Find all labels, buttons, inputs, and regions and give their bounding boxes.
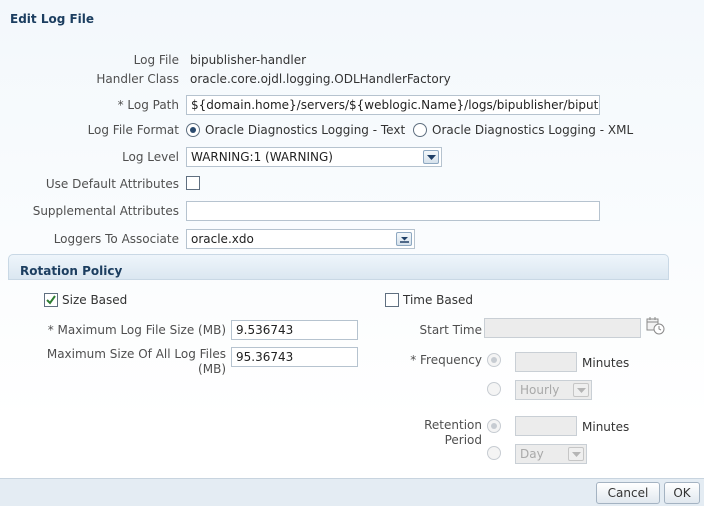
supplemental-attributes-input[interactable]	[186, 201, 600, 221]
frequency-label: * Frequency	[410, 353, 482, 367]
chevron-down-icon[interactable]	[568, 447, 584, 461]
max-all-files-label-line1: Maximum Size Of All Log Files	[46, 347, 226, 361]
retention-select[interactable]: Day	[515, 444, 587, 464]
retention-minutes-input[interactable]	[515, 416, 577, 436]
handler-class-value: oracle.core.ojdl.logging.ODLHandlerFacto…	[190, 72, 451, 86]
chevron-down-icon[interactable]	[396, 232, 412, 246]
supplemental-attributes-label: Supplemental Attributes	[32, 204, 179, 218]
rotation-policy-title: Rotation Policy	[20, 264, 123, 278]
checkmark-icon	[46, 295, 56, 305]
frequency-select[interactable]: Hourly	[515, 380, 592, 400]
log-file-value: bipublisher-handler	[190, 53, 307, 67]
chevron-down-icon[interactable]	[573, 383, 589, 397]
log-level-label: Log Level	[122, 150, 179, 164]
ok-button[interactable]: OK	[664, 482, 700, 504]
format-text-radio[interactable]	[186, 123, 200, 137]
size-based-checkbox[interactable]	[44, 293, 58, 307]
frequency-interval-radio[interactable]	[487, 382, 501, 396]
start-time-label: Start Time	[419, 323, 483, 337]
loggers-select[interactable]: oracle.xdo	[186, 229, 415, 249]
start-time-input[interactable]	[484, 318, 641, 338]
time-based-checkbox[interactable]	[385, 293, 399, 307]
retention-interval-radio[interactable]	[487, 446, 501, 460]
use-default-attributes-checkbox[interactable]	[186, 176, 200, 190]
dialog-title: Edit Log File	[10, 12, 95, 26]
log-file-label: Log File	[133, 53, 179, 67]
size-based-label: Size Based	[62, 293, 128, 307]
time-based-label: Time Based	[403, 293, 474, 307]
log-level-select[interactable]: WARNING:1 (WARNING)	[186, 147, 442, 167]
retention-select-value: Day	[520, 447, 544, 461]
max-all-files-input[interactable]: 95.36743	[231, 347, 358, 367]
log-file-format-label: Log File Format	[87, 123, 179, 137]
chevron-down-icon[interactable]	[423, 150, 439, 164]
frequency-select-value: Hourly	[520, 383, 560, 397]
retention-minutes-radio[interactable]	[487, 419, 501, 433]
use-default-attributes-label: Use Default Attributes	[45, 177, 179, 191]
frequency-minutes-input[interactable]	[515, 352, 577, 372]
max-log-file-size-input[interactable]: 9.536743	[231, 320, 358, 340]
log-level-value: WARNING:1 (WARNING)	[191, 150, 333, 164]
edit-log-file-dialog: Edit Log File Log File bipublisher-handl…	[0, 0, 704, 506]
cancel-button[interactable]: Cancel	[596, 482, 660, 504]
loggers-to-associate-label: Loggers To Associate	[53, 232, 179, 246]
format-xml-radio[interactable]	[413, 123, 427, 137]
frequency-minutes-radio[interactable]	[487, 353, 501, 367]
max-all-files-label-line2: (MB)	[198, 362, 226, 376]
handler-class-label: Handler Class	[96, 72, 179, 86]
log-path-input[interactable]: ${domain.home}/servers/${weblogic.Name}/…	[186, 95, 600, 115]
format-xml-label: Oracle Diagnostics Logging - XML	[432, 123, 634, 137]
log-path-label: * Log Path	[117, 98, 179, 112]
frequency-minutes-unit: Minutes	[582, 356, 630, 370]
retention-minutes-unit: Minutes	[582, 420, 630, 434]
loggers-value: oracle.xdo	[191, 232, 254, 246]
retention-label-line1: Retention	[424, 418, 482, 432]
format-text-label: Oracle Diagnostics Logging - Text	[205, 123, 406, 137]
calendar-clock-icon[interactable]	[646, 316, 666, 339]
retention-label-line2: Period	[444, 433, 482, 447]
max-log-file-size-label: * Maximum Log File Size (MB)	[47, 323, 226, 337]
